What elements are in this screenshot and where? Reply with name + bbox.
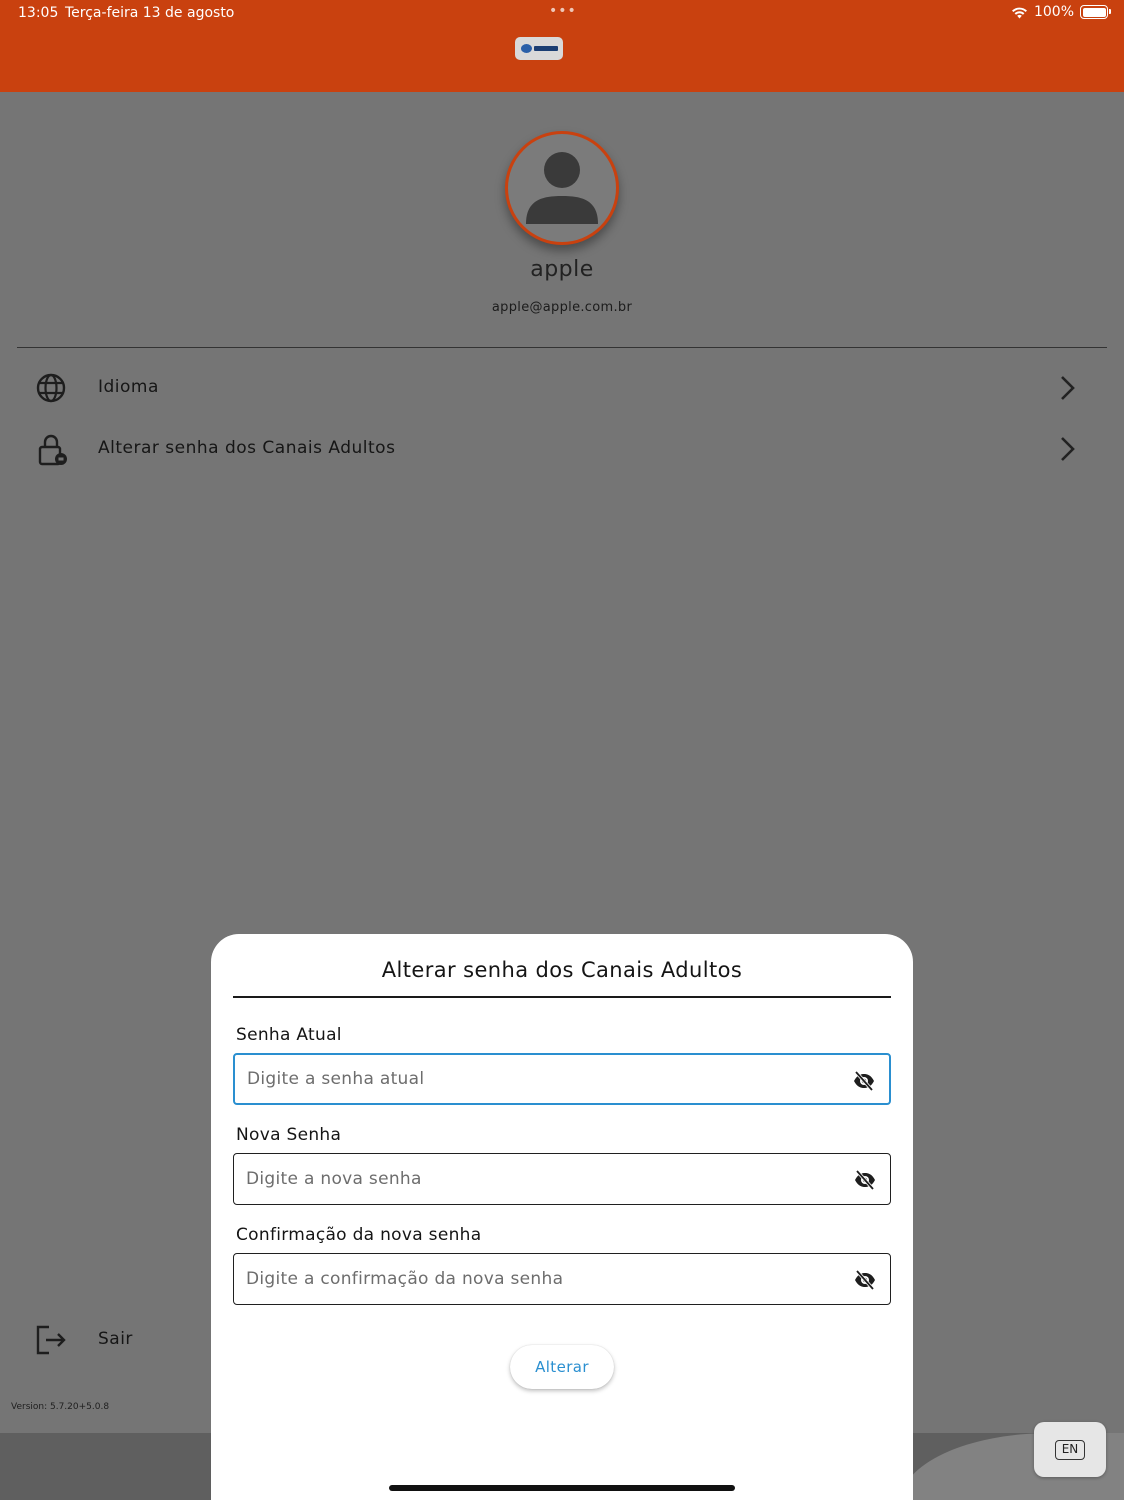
home-indicator[interactable]: [389, 1485, 735, 1491]
menu-item-label: Alterar senha dos Canais Adultos: [98, 438, 396, 458]
current-password-field[interactable]: [233, 1053, 891, 1105]
lock-icon: [38, 434, 67, 466]
change-password-modal: Alterar senha dos Canais Adultos Senha A…: [211, 934, 913, 1500]
chevron-right-icon: [1061, 437, 1075, 461]
logout-button[interactable]: Sair: [0, 1312, 200, 1368]
change-password-submit-button[interactable]: Alterar: [510, 1345, 614, 1389]
eye-off-icon[interactable]: [854, 1270, 876, 1290]
menu-item-change-password[interactable]: Alterar senha dos Canais Adultos: [0, 421, 1124, 477]
maximus-logo-icon: [515, 37, 563, 60]
new-password-field[interactable]: [233, 1153, 891, 1205]
new-password-label: Nova Senha: [236, 1125, 342, 1145]
globe-icon: [36, 373, 66, 403]
wifi-icon: [1011, 7, 1027, 18]
modal-divider: [233, 996, 891, 998]
profile-divider: [17, 347, 1107, 348]
battery-percent: 100%: [1033, 4, 1074, 20]
chevron-right-icon: [1061, 376, 1075, 400]
eye-off-icon[interactable]: [854, 1170, 876, 1190]
version-text: Version: 5.7.20+5.0.8: [11, 1402, 110, 1412]
user-email: apple@apple.com.br: [491, 300, 633, 315]
status-indicators: 100%: [1011, 4, 1111, 20]
keyboard-language-button[interactable]: EN: [1034, 1422, 1106, 1477]
keyboard-language-label: EN: [1055, 1440, 1085, 1460]
menu-item-language[interactable]: Idioma: [0, 360, 1124, 416]
logout-label: Sair: [98, 1329, 133, 1349]
eye-off-icon[interactable]: [853, 1071, 875, 1091]
new-password-input[interactable]: [246, 1154, 826, 1204]
current-password-input[interactable]: [247, 1055, 827, 1103]
modal-title: Alterar senha dos Canais Adultos: [381, 958, 743, 982]
status-date: Terça-feira 13 de agosto: [65, 5, 235, 21]
confirm-password-label: Confirmação da nova senha: [236, 1225, 482, 1245]
current-password-label: Senha Atual: [236, 1025, 342, 1045]
person-avatar-icon[interactable]: [505, 131, 619, 245]
user-name: apple: [530, 257, 594, 282]
menu-item-label: Idioma: [98, 377, 159, 397]
confirm-password-field[interactable]: [233, 1253, 891, 1305]
confirm-password-input[interactable]: [246, 1254, 826, 1304]
app-header: 13:05 Terça-feira 13 de agosto ••• 100%: [0, 0, 1124, 92]
logout-icon: [36, 1325, 66, 1355]
status-time: 13:05: [18, 5, 59, 21]
multitasking-dots-icon[interactable]: •••: [549, 3, 577, 19]
battery-icon: [1080, 5, 1111, 19]
